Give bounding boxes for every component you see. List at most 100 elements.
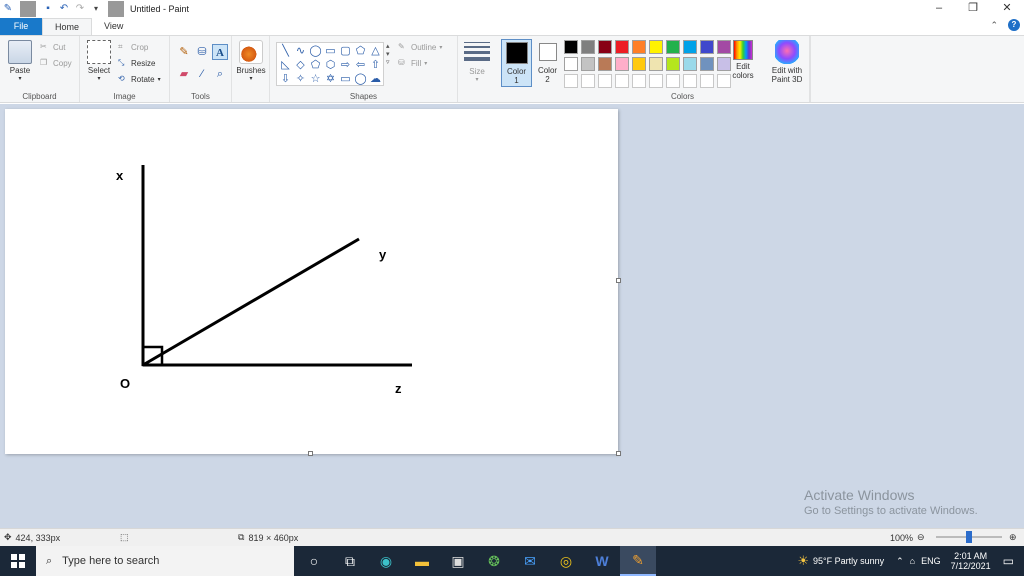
mail-icon[interactable]: ✉ (512, 546, 548, 576)
drawing-canvas[interactable]: x y z O (5, 109, 618, 454)
zoom-in-icon[interactable]: ⊕ (1009, 532, 1017, 543)
redo-icon[interactable]: ↷ (72, 1, 88, 17)
pencil-icon[interactable]: ✎ (176, 44, 192, 60)
shapes-scroll[interactable]: ▴ ▾ ▿ (386, 42, 390, 66)
palette-swatch[interactable] (683, 57, 697, 71)
resize-handle-bottom[interactable] (308, 451, 313, 456)
chrome-icon[interactable]: ◎ (548, 546, 584, 576)
tab-home[interactable]: Home (42, 18, 93, 35)
four-point-star-shape-icon[interactable]: ✧ (293, 72, 308, 86)
palette-swatch[interactable] (564, 40, 578, 54)
magnifier-icon[interactable]: ⌕ (212, 66, 228, 82)
network-icon[interactable]: ⌂ (910, 556, 915, 566)
tab-view[interactable]: View (92, 18, 135, 35)
oval-callout-shape-icon[interactable]: ◯ (353, 72, 368, 86)
diamond-shape-icon[interactable]: ◇ (293, 58, 308, 72)
zoom-slider-thumb[interactable] (966, 531, 972, 543)
palette-swatch[interactable] (700, 74, 714, 88)
rotate-button[interactable]: ⟲ Rotate ▾ (118, 72, 161, 86)
fill-bucket-icon[interactable]: ⛁ (194, 44, 210, 60)
rounded-rectangle-shape-icon[interactable]: ▢ (338, 44, 353, 58)
edit-colors-button[interactable]: Edit colors (728, 40, 758, 80)
palette-swatch[interactable] (632, 74, 646, 88)
color-picker-icon[interactable]: ⁄ (194, 66, 210, 82)
brushes-button[interactable]: Brushes ▾ (234, 40, 268, 82)
edit-with-paint3d-button[interactable]: Edit with Paint 3D (766, 40, 808, 84)
cloud-callout-shape-icon[interactable]: ☁ (368, 72, 383, 86)
start-button[interactable] (0, 546, 36, 576)
palette-swatch[interactable] (598, 57, 612, 71)
save-icon[interactable]: ▪ (40, 1, 56, 17)
palette-swatch[interactable] (666, 40, 680, 54)
cortana-icon[interactable]: ○ (296, 546, 332, 576)
palette-swatch[interactable] (581, 57, 595, 71)
size-button[interactable]: Size ▾ (462, 38, 492, 83)
edge-browser-icon[interactable]: ◉ (368, 546, 404, 576)
palette-swatch[interactable] (632, 57, 646, 71)
six-point-star-shape-icon[interactable]: ✡ (323, 72, 338, 86)
palette-swatch[interactable] (666, 74, 680, 88)
rectangle-shape-icon[interactable]: ▭ (323, 44, 338, 58)
polygon-shape-icon[interactable]: ⬠ (353, 44, 368, 58)
triangle-shape-icon[interactable]: △ (368, 44, 383, 58)
clock[interactable]: 2:01 AM 7/12/2021 (951, 551, 991, 571)
text-tool-icon[interactable]: A (212, 44, 228, 60)
language-indicator[interactable]: ENG (921, 556, 941, 566)
palette-swatch[interactable] (700, 40, 714, 54)
outline-button[interactable]: ✎ Outline ▾ (398, 40, 442, 54)
rect-callout-shape-icon[interactable]: ▭ (338, 72, 353, 86)
zoom-out-icon[interactable]: ⊖ (917, 532, 925, 543)
copy-button[interactable]: ❐ Copy (40, 56, 72, 70)
right-arrow-shape-icon[interactable]: ⇨ (338, 58, 353, 72)
hexagon-shape-icon[interactable]: ⬡ (323, 58, 338, 72)
palette-swatch[interactable] (615, 74, 629, 88)
palette-swatch[interactable] (564, 57, 578, 71)
resize-handle-right[interactable] (616, 278, 621, 283)
palette-swatch[interactable] (598, 74, 612, 88)
down-arrow-shape-icon[interactable]: ⇩ (278, 72, 293, 86)
green-app-icon[interactable]: ❂ (476, 546, 512, 576)
eraser-icon[interactable]: ▰ (176, 66, 192, 82)
palette-swatch[interactable] (666, 57, 680, 71)
cut-button[interactable]: ✂ Cut (40, 40, 65, 54)
fill-button[interactable]: ⛁ Fill ▾ (398, 56, 427, 70)
paste-button[interactable]: Paste ▾ (6, 40, 34, 82)
notifications-icon[interactable]: ▭ (1003, 554, 1014, 568)
task-view-icon[interactable]: ⧉ (332, 546, 368, 576)
palette-swatch[interactable] (564, 74, 578, 88)
paint-taskbar-icon[interactable]: ✎ (620, 546, 656, 576)
customize-quick-access-icon[interactable]: ▾ (88, 1, 104, 17)
palette-swatch[interactable] (649, 57, 663, 71)
file-explorer-icon[interactable]: ▬ (404, 546, 440, 576)
palette-swatch[interactable] (649, 74, 663, 88)
palette-swatch[interactable] (598, 40, 612, 54)
resize-handle-corner[interactable] (616, 451, 621, 456)
resize-button[interactable]: ⤡ Resize (118, 56, 155, 70)
up-arrow-shape-icon[interactable]: ⇧ (368, 58, 383, 72)
taskbar-search-box[interactable]: ⌕ Type here to search (36, 546, 294, 576)
maximize-button[interactable]: ❐ (956, 0, 990, 18)
collapse-ribbon-icon[interactable]: ⌃ (990, 20, 998, 31)
palette-swatch[interactable] (581, 74, 595, 88)
show-hidden-icons-icon[interactable]: ⌃ (896, 556, 904, 567)
palette-swatch[interactable] (649, 40, 663, 54)
palette-swatch[interactable] (683, 74, 697, 88)
color1-button[interactable]: Color 1 (501, 39, 532, 87)
five-point-star-shape-icon[interactable]: ☆ (308, 72, 323, 86)
curve-shape-icon[interactable]: ∿ (293, 44, 308, 58)
close-button[interactable]: ✕ (990, 0, 1024, 18)
weather-text[interactable]: 95°F Partly sunny (813, 556, 884, 566)
pentagon-shape-icon[interactable]: ⬠ (308, 58, 323, 72)
store-icon[interactable]: ▣ (440, 546, 476, 576)
right-triangle-shape-icon[interactable]: ◺ (278, 58, 293, 72)
word-icon[interactable]: W (584, 546, 620, 576)
select-button[interactable]: Select ▾ (84, 40, 114, 82)
crop-button[interactable]: ⌗ Crop (118, 40, 148, 54)
undo-icon[interactable]: ↶ (56, 1, 72, 17)
palette-swatch[interactable] (615, 57, 629, 71)
line-shape-icon[interactable]: ╲ (278, 44, 293, 58)
oval-shape-icon[interactable]: ◯ (308, 44, 323, 58)
help-icon[interactable]: ? (1008, 19, 1020, 31)
palette-swatch[interactable] (632, 40, 646, 54)
minimize-button[interactable]: – (922, 0, 956, 18)
